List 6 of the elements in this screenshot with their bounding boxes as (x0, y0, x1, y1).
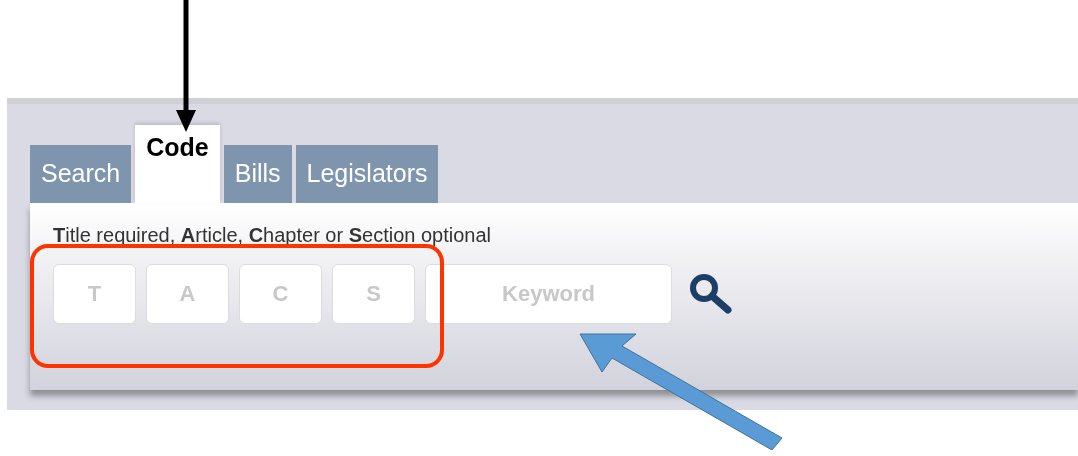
instruction-text: Title required, Article, Chapter or Section optional (53, 223, 492, 247)
search-icon[interactable] (688, 272, 732, 316)
tab[interactable]: Code (135, 125, 220, 203)
tab[interactable]: Bills (223, 145, 292, 203)
tab[interactable]: Legislators (295, 145, 439, 203)
tab[interactable]: Search (30, 145, 132, 203)
